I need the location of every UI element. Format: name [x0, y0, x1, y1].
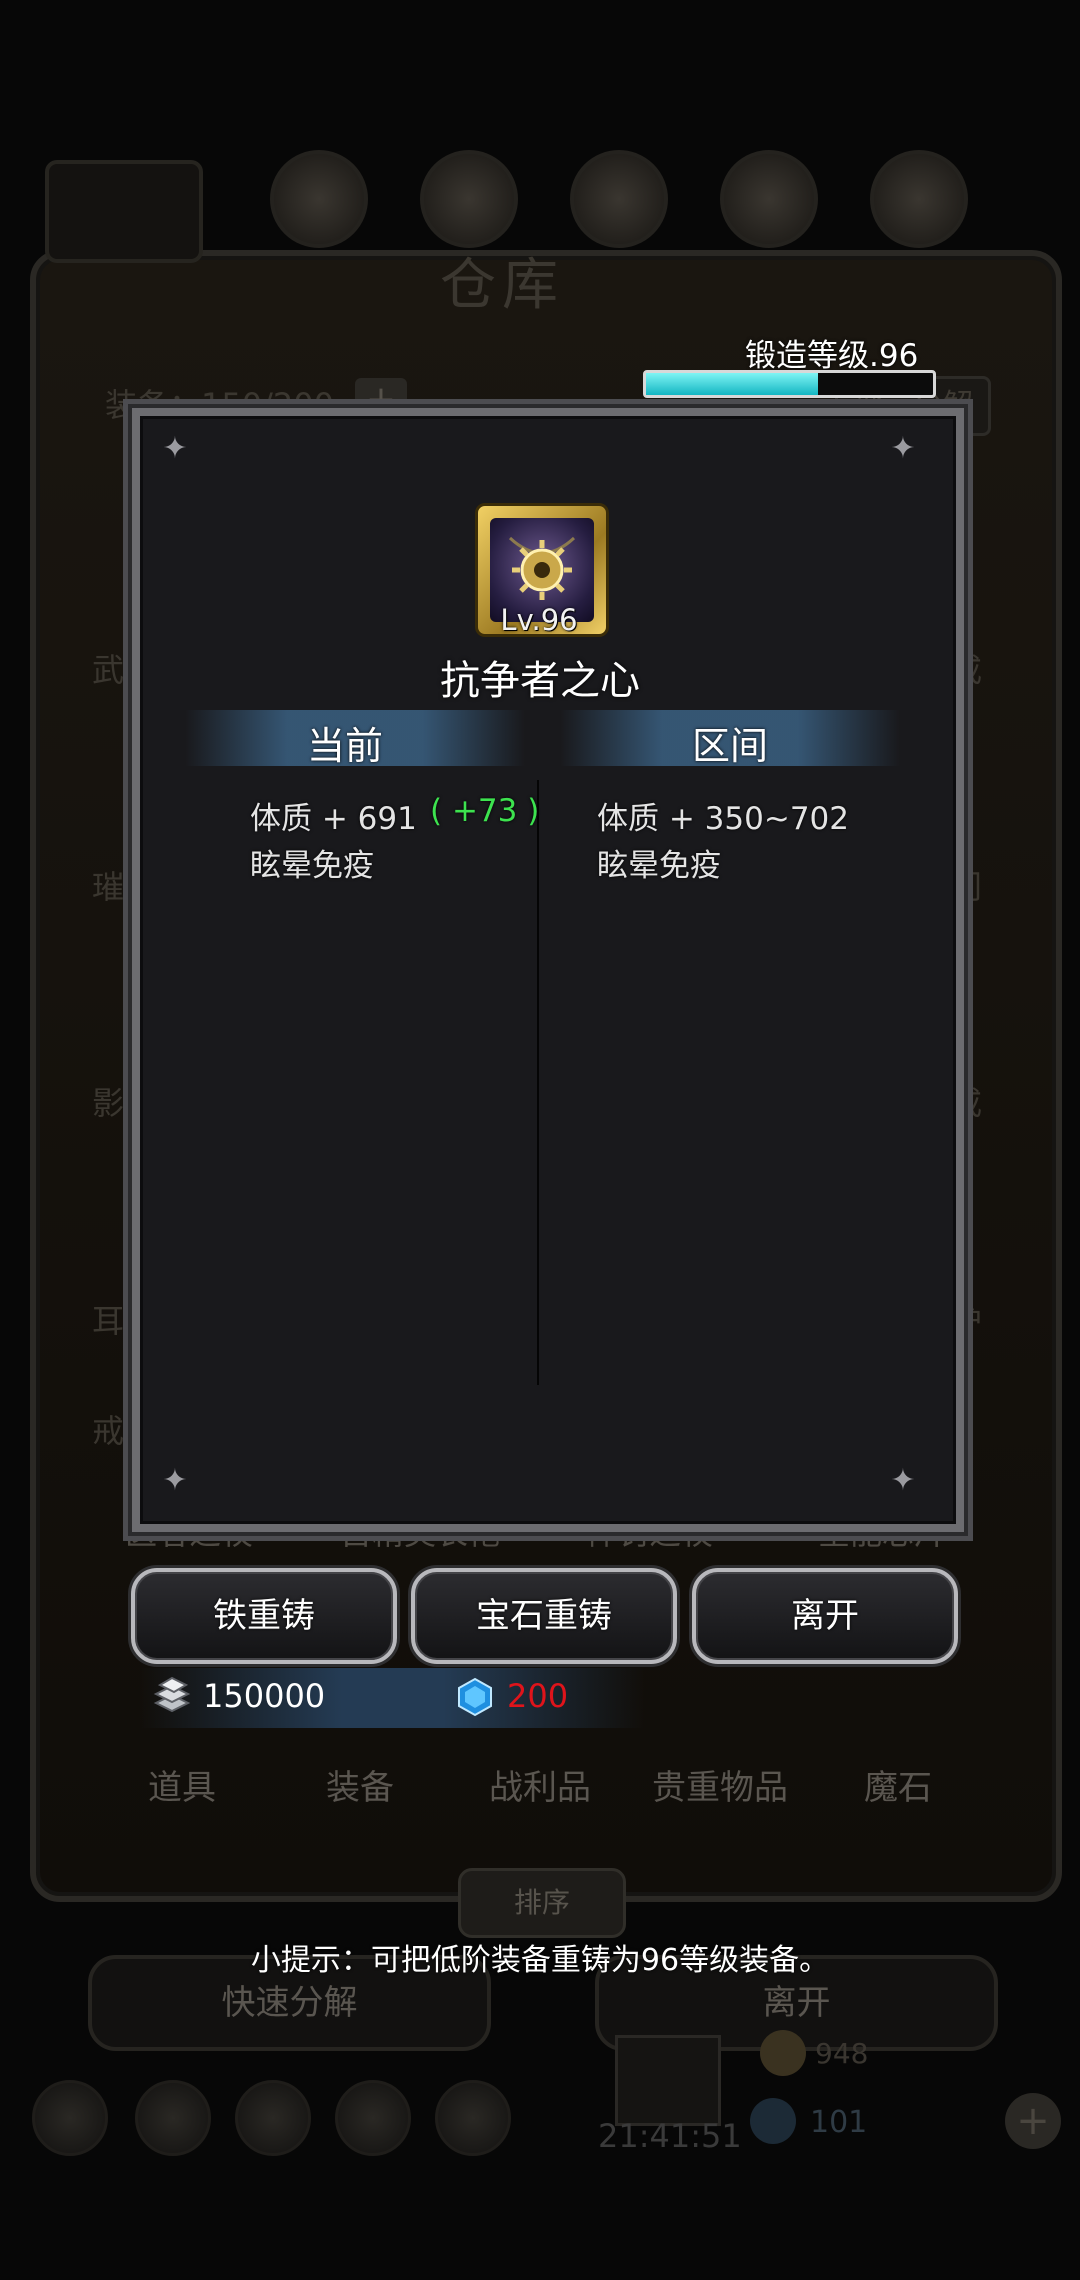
range-stat-constitution: 体质 + 350~702: [597, 801, 849, 837]
category-icon-3: [570, 150, 668, 248]
menu-round-icon[interactable]: [32, 2080, 108, 2156]
leave-button[interactable]: 离开: [692, 1568, 958, 1664]
warehouse-category-icon: [45, 160, 203, 263]
category-icon-4: [720, 150, 818, 248]
gem-amount: 200: [507, 1677, 569, 1715]
category-icon-1: [270, 150, 368, 248]
range-stat-stun-immunity: 眩晕免疫: [597, 848, 721, 884]
gem-reforge-button[interactable]: 宝石重铸: [411, 1568, 677, 1664]
gold-coin-icon: [760, 2030, 806, 2076]
corner-sparkle-icon: ✦: [890, 1463, 916, 1498]
tab-valuables[interactable]: 贵重物品: [630, 1760, 810, 1809]
blue-gem-icon: [750, 2098, 796, 2144]
item-level: Lv.96: [500, 603, 578, 637]
item-name: 抗争者之心: [440, 658, 640, 704]
column-divider: [537, 780, 539, 1385]
blue-gem-icon: [455, 1677, 495, 1717]
corner-sparkle-icon: ✦: [162, 431, 188, 466]
silver-amount: 150000: [203, 1677, 326, 1715]
category-icon-2: [420, 150, 518, 248]
gift-box-icon[interactable]: [615, 2035, 721, 2126]
gem-count: 101: [810, 2105, 868, 2140]
current-stat-constitution: 体质 + 691: [250, 801, 417, 837]
menu-round-icon[interactable]: [435, 2080, 511, 2156]
sort-button[interactable]: 排序: [458, 1868, 626, 1938]
current-header: 当前: [306, 724, 383, 768]
tab-loot[interactable]: 战利品: [450, 1760, 630, 1809]
bg-side-label: 戒: [92, 1412, 125, 1450]
menu-round-icon[interactable]: [135, 2080, 211, 2156]
forge-progress-fill: [646, 373, 819, 395]
menu-round-icon[interactable]: [235, 2080, 311, 2156]
corner-sparkle-icon: ✦: [162, 1463, 188, 1498]
forge-progress-bar: [643, 370, 936, 398]
gold-amount: 948: [815, 2037, 869, 2070]
range-header: 区间: [691, 724, 768, 768]
iron-reforge-button[interactable]: 铁重铸: [131, 1568, 397, 1664]
current-stat-stun-immunity: 眩晕免疫: [250, 848, 374, 884]
forge-level-label: 锻造等级.96: [745, 338, 919, 374]
tab-magic-stone[interactable]: 魔石: [808, 1760, 988, 1809]
warehouse-title: 仓库: [440, 253, 564, 318]
bg-side-label: 耳: [92, 1302, 125, 1340]
silver-ingot-icon: [150, 1673, 194, 1717]
menu-round-icon[interactable]: [335, 2080, 411, 2156]
tip-text: 小提示：可把低阶装备重铸为96等级装备。: [250, 1943, 830, 1978]
category-icon-5: [870, 150, 968, 248]
clock: 21:41:51: [598, 2117, 742, 2155]
stat-bonus: ( +73 ): [430, 793, 540, 829]
corner-sparkle-icon: ✦: [890, 431, 916, 466]
tab-equipment[interactable]: 装备: [270, 1760, 450, 1809]
add-icon[interactable]: +: [1005, 2093, 1061, 2149]
bg-side-label: 影: [92, 1084, 125, 1122]
tab-items[interactable]: 道具: [92, 1760, 272, 1809]
